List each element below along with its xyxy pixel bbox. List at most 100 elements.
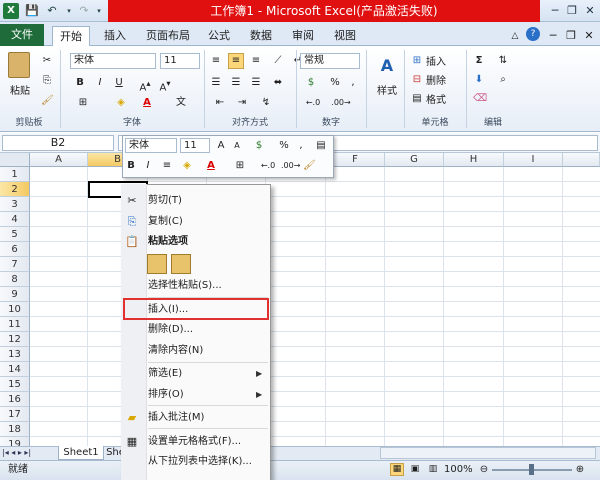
fill-icon[interactable]: ⬇ <box>472 72 486 88</box>
menu-item-delete[interactable]: 删除(D)... <box>148 320 268 340</box>
align-bottom-icon[interactable]: ≡ <box>248 53 264 69</box>
format-cells-icon[interactable]: ▤ <box>410 91 424 107</box>
row-header[interactable]: 10 <box>0 302 30 317</box>
tab-review[interactable]: 审阅 <box>286 26 320 46</box>
mini-format-painter-icon[interactable]: ▤ <box>314 138 328 154</box>
row-header[interactable]: 7 <box>0 257 30 272</box>
row-header[interactable]: 2 <box>0 182 30 197</box>
name-box[interactable]: B2 <box>2 135 114 151</box>
row-header[interactable]: 16 <box>0 392 30 407</box>
mini-percent-button[interactable]: % <box>278 138 290 154</box>
undo-dropdown-icon[interactable]: ▾ <box>64 3 74 19</box>
row-header[interactable]: 4 <box>0 212 30 227</box>
menu-item-paste-special[interactable]: 选择性粘贴(S)... <box>148 276 268 296</box>
menu-item-filter[interactable]: 筛选(E) <box>148 364 268 384</box>
column-header[interactable]: G <box>385 153 444 167</box>
mini-format-painter-brush-icon[interactable]: 🖌 <box>302 158 316 174</box>
format-cells-label[interactable]: 格式 <box>426 91 456 106</box>
shrink-font-icon[interactable]: A▾ <box>158 75 172 96</box>
mini-fill-color-icon[interactable]: ◈ <box>178 158 196 174</box>
restore-button[interactable]: ❐ <box>562 2 582 19</box>
format-painter-icon[interactable]: 🖌 <box>40 93 54 109</box>
row-header[interactable]: 14 <box>0 362 30 377</box>
row-header[interactable]: 17 <box>0 407 30 422</box>
page-break-view-icon[interactable]: ▥ <box>426 463 440 476</box>
paste-icon[interactable] <box>8 52 30 78</box>
font-size-combo[interactable]: 11 <box>160 53 200 69</box>
tab-formulas[interactable]: 公式 <box>202 26 236 46</box>
tab-view[interactable]: 视图 <box>328 26 362 46</box>
cut-icon[interactable]: ✂ <box>40 53 54 69</box>
mini-grow-font-icon[interactable]: A <box>215 138 227 154</box>
row-header[interactable]: 11 <box>0 317 30 332</box>
doc-restore-icon[interactable]: ❐ <box>564 26 578 46</box>
column-header[interactable]: I <box>504 153 563 167</box>
row-header[interactable]: 18 <box>0 422 30 437</box>
mini-center-icon[interactable]: ≡ <box>160 158 174 174</box>
mini-shrink-font-icon[interactable]: A <box>231 138 243 154</box>
mini-increase-decimal-icon[interactable]: ←.0 <box>258 158 278 174</box>
decrease-decimal-icon[interactable]: .00→ <box>330 95 352 111</box>
redo-icon[interactable]: ↷ <box>76 3 92 19</box>
row-header[interactable]: 12 <box>0 332 30 347</box>
delete-cells-icon[interactable]: ⊟ <box>410 72 424 88</box>
excel-app-icon[interactable]: X <box>3 3 19 19</box>
doc-minimize-icon[interactable]: ─ <box>546 26 560 46</box>
increase-indent-icon[interactable]: ⇥ <box>234 95 250 111</box>
sort-filter-icon[interactable]: ⇅ <box>496 53 510 69</box>
merge-center-icon[interactable]: ⬌ <box>270 75 286 91</box>
menu-item-sort[interactable]: 排序(O) <box>148 385 268 405</box>
underline-button[interactable]: U <box>112 75 126 91</box>
zoom-level[interactable]: 100% <box>444 463 474 477</box>
borders-icon[interactable]: ⊞ <box>74 95 92 111</box>
tab-data[interactable]: 数据 <box>244 26 278 46</box>
mini-font-color-icon[interactable]: A <box>204 158 218 174</box>
save-icon[interactable]: 💾 <box>24 3 40 19</box>
row-header[interactable]: 8 <box>0 272 30 287</box>
delete-cells-label[interactable]: 删除 <box>426 72 456 87</box>
zoom-out-icon[interactable]: ⊖ <box>478 463 490 477</box>
help-icon[interactable]: ? <box>526 27 540 41</box>
align-middle-icon[interactable]: ≡ <box>228 53 244 69</box>
percent-style-icon[interactable]: % <box>328 75 342 91</box>
paste-button-label[interactable]: 粘贴 <box>4 82 36 97</box>
mini-bold-button[interactable]: B <box>125 158 137 174</box>
zoom-slider-handle[interactable] <box>529 464 534 475</box>
mini-italic-button[interactable]: I <box>142 158 154 174</box>
phonetic-icon[interactable]: 文 <box>172 95 190 111</box>
menu-item-copy[interactable]: 复制(C) <box>148 212 268 232</box>
column-header[interactable]: A <box>30 153 88 167</box>
grow-font-icon[interactable]: A▴ <box>138 75 152 96</box>
close-button[interactable]: ✕ <box>580 2 600 19</box>
row-header[interactable]: 3 <box>0 197 30 212</box>
doc-close-icon[interactable]: ✕ <box>582 26 596 46</box>
find-select-icon[interactable]: ⌕ <box>496 72 510 88</box>
orientation-icon[interactable]: ⟋ <box>270 53 286 69</box>
menu-item-insert-comment[interactable]: 插入批注(M) <box>148 408 268 428</box>
undo-icon[interactable]: ↶ <box>44 3 60 19</box>
select-all-corner[interactable] <box>0 153 30 167</box>
column-header[interactable]: H <box>444 153 504 167</box>
horizontal-scrollbar[interactable] <box>380 447 596 459</box>
menu-item-pick-from-list[interactable]: 从下拉列表中选择(K)... <box>148 452 268 472</box>
menu-item-cut[interactable]: 剪切(T) <box>148 191 268 211</box>
column-header[interactable] <box>563 153 600 167</box>
tab-home[interactable]: 开始 <box>52 26 90 47</box>
menu-item-format-cells[interactable]: 设置单元格格式(F)... <box>148 432 268 452</box>
clear-icon[interactable]: ⌫ <box>472 91 487 107</box>
increase-decimal-icon[interactable]: ←.0 <box>302 95 324 111</box>
mini-font-size-combo[interactable]: 11 <box>180 138 210 153</box>
sheet-tab-sheet1[interactable]: Sheet1 <box>58 446 104 460</box>
row-header[interactable]: 5 <box>0 227 30 242</box>
copy-icon[interactable]: ⎘ <box>40 73 54 89</box>
align-center-icon[interactable]: ☰ <box>228 75 244 91</box>
italic-button[interactable]: I <box>94 75 106 91</box>
font-name-combo[interactable]: 宋体 <box>70 53 156 69</box>
comma-style-icon[interactable]: , <box>348 75 358 91</box>
zoom-in-icon[interactable]: ⊕ <box>574 463 586 477</box>
fill-color-icon[interactable]: ◈ <box>112 95 130 111</box>
decrease-indent-icon[interactable]: ⇤ <box>212 95 228 111</box>
paste-option-values-icon[interactable] <box>171 254 191 274</box>
font-color-icon[interactable]: A <box>140 95 154 111</box>
normal-view-icon[interactable]: ▦ <box>390 463 404 476</box>
